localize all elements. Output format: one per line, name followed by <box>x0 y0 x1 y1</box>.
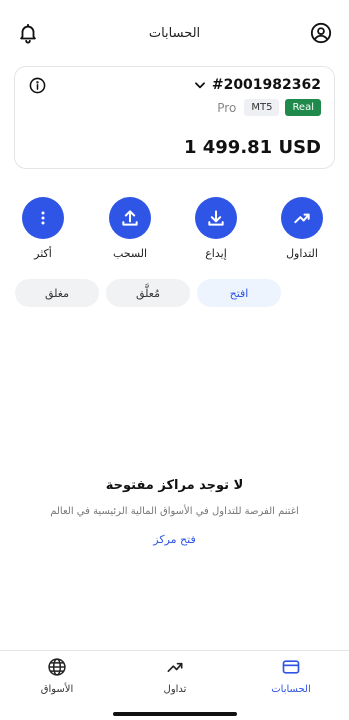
user-circle-icon[interactable] <box>310 22 332 44</box>
withdraw-action-button[interactable]: السحب <box>100 197 160 260</box>
nav-trade-label: تداول <box>163 684 187 695</box>
more-vertical-icon <box>22 197 64 239</box>
upload-icon <box>109 197 151 239</box>
withdraw-action-label: السحب <box>112 247 148 260</box>
home-indicator <box>113 712 237 716</box>
position-filter-tabs: افتح مُعلَّق مغلق <box>0 279 349 307</box>
tab-closed[interactable]: مغلق <box>15 279 99 307</box>
tab-pending[interactable]: مُعلَّق <box>106 279 190 307</box>
nav-markets-label: الأسواق <box>40 684 74 695</box>
page-title: الحسابات <box>148 26 201 41</box>
tab-open[interactable]: افتح <box>197 279 281 307</box>
nav-trade[interactable]: تداول <box>135 657 215 695</box>
mode-badge: Real <box>285 99 321 116</box>
top-header: الحسابات <box>0 18 349 50</box>
card-icon <box>282 660 300 674</box>
more-action-label: أكثر <box>34 247 52 260</box>
account-type-label: Pro <box>217 100 237 115</box>
globe-icon <box>48 658 66 676</box>
nav-accounts-label: الحسابات <box>271 684 311 695</box>
account-balance: 1 499.81 USD <box>183 137 321 158</box>
quick-actions: التداول إيداع السحب أكثر <box>0 197 349 267</box>
empty-state-subtitle: اغتنم الفرصة للتداول في الأسواق المالية … <box>50 506 299 517</box>
open-position-link[interactable]: فتح مركز <box>153 533 195 546</box>
empty-state-title: لا توجد مراكز مفتوحة <box>105 478 244 493</box>
deposit-action-button[interactable]: إيداع <box>186 197 246 260</box>
chevron-down-icon <box>194 82 205 89</box>
account-number: #2001982362 <box>211 77 321 93</box>
trend-up-icon <box>281 197 323 239</box>
nav-markets[interactable]: الأسواق <box>17 657 97 695</box>
trade-action-label: التداول <box>286 247 318 260</box>
deposit-action-label: إيداع <box>205 247 227 260</box>
account-selector[interactable]: #2001982362 <box>193 77 321 93</box>
account-tags: Pro MT5 Real <box>217 99 321 116</box>
trend-up-icon <box>167 662 183 672</box>
account-card[interactable]: #2001982362 Pro MT5 Real 1 499.81 USD <box>14 66 335 169</box>
platform-badge: MT5 <box>244 99 280 116</box>
nav-accounts[interactable]: الحسابات <box>251 657 331 695</box>
download-icon <box>195 197 237 239</box>
bottom-navigation: الحسابات تداول الأسواق <box>0 650 349 720</box>
trade-action-button[interactable]: التداول <box>272 197 332 260</box>
more-action-button[interactable]: أكثر <box>13 197 73 260</box>
info-icon[interactable] <box>29 77 46 94</box>
empty-state: لا توجد مراكز مفتوحة اغتنم الفرصة للتداو… <box>0 478 349 547</box>
